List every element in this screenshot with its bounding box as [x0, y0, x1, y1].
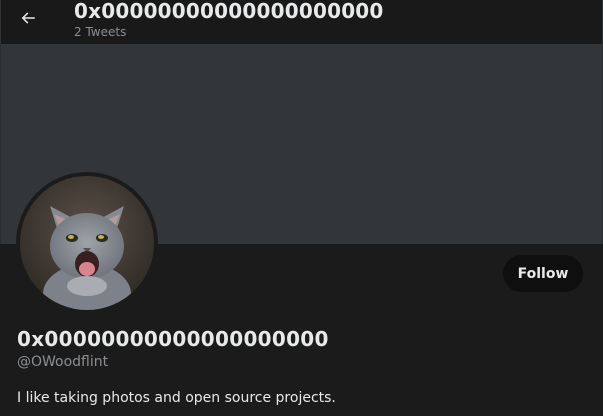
header-title: 0x00000000000000000000 — [74, 0, 384, 23]
back-button[interactable] — [13, 5, 43, 35]
profile-display-name: 0x00000000000000000000 — [17, 327, 329, 351]
profile-handle: @OWoodflint — [17, 354, 109, 370]
profile-page: 0x00000000000000000000 2 Tweets Follow 0… — [0, 0, 603, 416]
arrow-left-icon — [19, 9, 37, 31]
profile-header-bar: 0x00000000000000000000 2 Tweets — [0, 0, 603, 44]
tweet-count: 2 Tweets — [74, 25, 127, 39]
avatar[interactable] — [16, 172, 158, 314]
avatar-image — [20, 176, 154, 310]
profile-bio: I like taking photos and open source pro… — [17, 390, 336, 406]
follow-button[interactable]: Follow — [503, 255, 583, 292]
